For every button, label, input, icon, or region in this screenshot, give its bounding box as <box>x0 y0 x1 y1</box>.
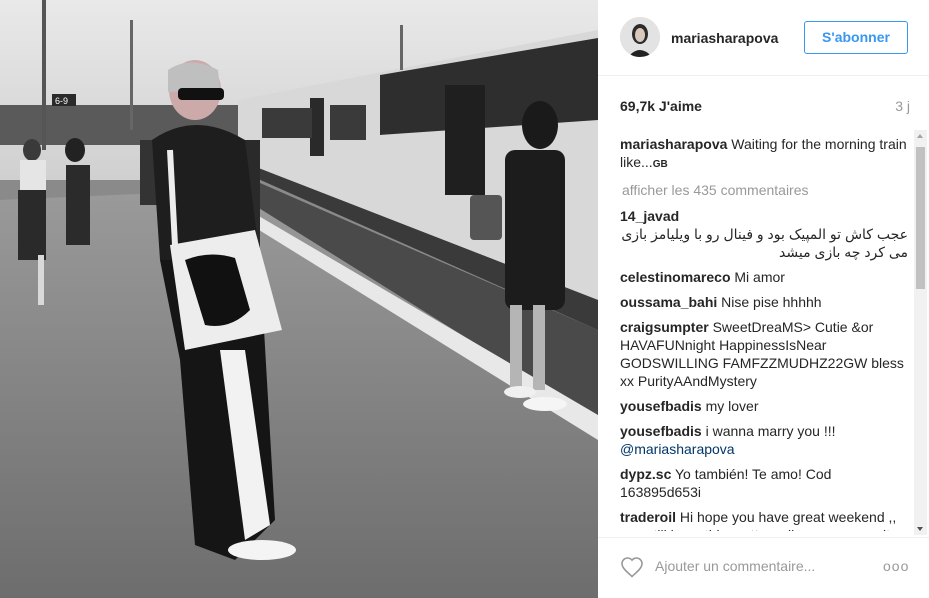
follow-button[interactable]: S'abonner <box>804 21 908 54</box>
heart-icon[interactable] <box>620 556 644 578</box>
post-time[interactable]: 3 j <box>895 98 910 114</box>
comments-list[interactable]: mariasharapova Waiting for the morning t… <box>620 135 908 531</box>
comment-username[interactable]: traderoil <box>620 509 676 525</box>
comment-text: Nise pise hhhhh <box>721 294 822 310</box>
comment-item: dypz.sc Yo también! Te amo! Cod 163895d6… <box>620 465 908 501</box>
caption-suffix: GB <box>652 159 668 170</box>
comment-item: traderoil Hi hope you have great weekend… <box>620 508 908 531</box>
avatar-image <box>620 17 660 57</box>
comment-mention-link[interactable]: @mariasharapova <box>620 441 735 457</box>
comments-scrollbar[interactable] <box>914 130 927 535</box>
comment-item: craigsumpter SweetDreaMS> Cutie &or HAVA… <box>620 318 908 390</box>
comment-item: yousefbadis my lover <box>620 397 908 415</box>
comment-item: 14_javad عجب کاش تو المپیک بود و فینال ر… <box>620 207 908 261</box>
comment-username[interactable]: oussama_bahi <box>620 294 717 310</box>
comment-username[interactable]: 14_javad <box>620 208 679 224</box>
comment-text: عجب کاش تو المپیک بود و فینال رو با ویلی… <box>621 226 908 260</box>
post-sidebar: mariasharapova S'abonner 69,7k J'aime 3 … <box>598 0 929 598</box>
comment-username[interactable]: craigsumpter <box>620 319 709 335</box>
likes-count[interactable]: 69,7k J'aime <box>620 98 702 114</box>
more-options-icon[interactable]: ooo <box>883 558 909 574</box>
view-all-comments-link[interactable]: afficher les 435 commentaires <box>622 181 908 199</box>
comment-text: i wanna marry you !!! <box>705 423 836 439</box>
comment-username[interactable]: yousefbadis <box>620 423 702 439</box>
comment-text: my lover <box>705 398 759 414</box>
avatar[interactable] <box>620 17 660 57</box>
add-comment-input[interactable]: Ajouter un commentaire... <box>655 558 815 574</box>
post-modal: 6-9 mariasharapova S'abonner 69,7k J'aim… <box>0 0 929 598</box>
comment-username[interactable]: yousefbadis <box>620 398 702 414</box>
comment-username[interactable]: celestinomareco <box>620 269 731 285</box>
photo-illustration: 6-9 <box>0 0 598 598</box>
comment-text: Mi amor <box>734 269 785 285</box>
post-header: mariasharapova S'abonner <box>598 0 929 76</box>
comment-item: celestinomareco Mi amor <box>620 268 908 286</box>
author-username[interactable]: mariasharapova <box>671 30 778 46</box>
comment-item: yousefbadis i wanna marry you !!! @maria… <box>620 422 908 458</box>
scroll-down-icon[interactable] <box>917 527 923 531</box>
caption: mariasharapova Waiting for the morning t… <box>620 135 908 174</box>
post-footer: Ajouter un commentaire... ooo <box>598 537 929 598</box>
post-stats: 69,7k J'aime 3 j <box>620 98 910 118</box>
caption-username[interactable]: mariasharapova <box>620 136 727 152</box>
comment-username[interactable]: dypz.sc <box>620 466 671 482</box>
post-photo[interactable]: 6-9 <box>0 0 598 598</box>
scroll-up-icon[interactable] <box>917 134 923 138</box>
comment-item: oussama_bahi Nise pise hhhhh <box>620 293 908 311</box>
scrollbar-thumb[interactable] <box>916 147 925 289</box>
platform-sign-text: 6-9 <box>55 96 68 106</box>
